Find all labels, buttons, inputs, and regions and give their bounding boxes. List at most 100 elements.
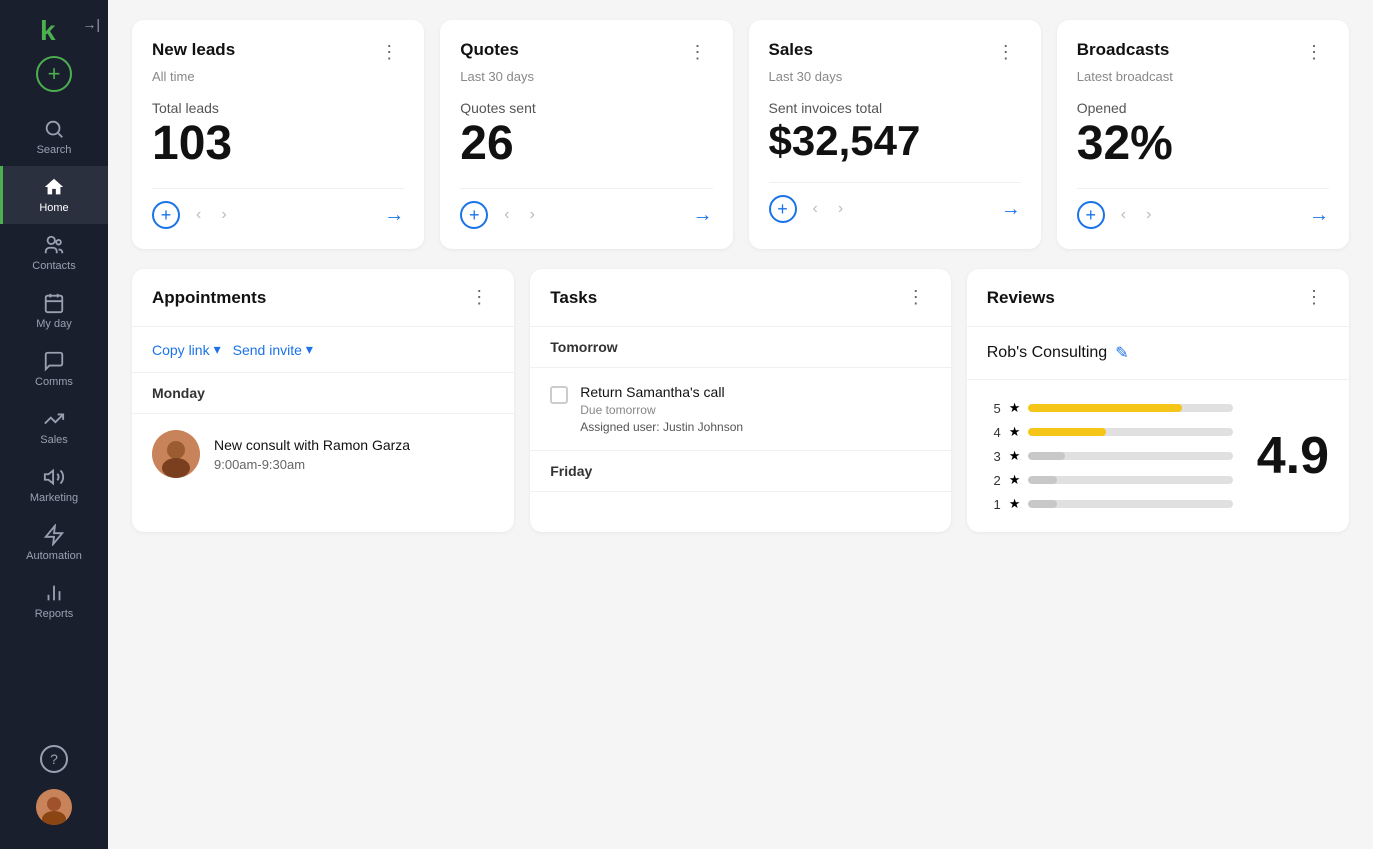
prev-arrow-leads[interactable]: ‹ — [192, 204, 205, 226]
task-section-tomorrow: Tomorrow — [530, 327, 950, 368]
sidebar-item-automation[interactable]: Automation — [0, 514, 108, 572]
add-sale-btn[interactable]: + — [769, 195, 797, 223]
add-quote-btn[interactable]: + — [460, 201, 488, 229]
prev-arrow-sales[interactable]: ‹ — [809, 198, 822, 220]
appointment-info: New consult with Ramon Garza 9:00am-9:30… — [214, 437, 494, 472]
copy-link-chevron-icon: ▾ — [214, 341, 221, 358]
task-info-0: Return Samantha's call Due tomorrow Assi… — [580, 384, 930, 434]
stat-card-value-leads: 103 — [152, 120, 404, 168]
stat-card-period-broadcasts: Latest broadcast — [1077, 69, 1329, 84]
reviews-business-name: Rob's Consulting — [987, 344, 1107, 362]
prev-arrow-quotes[interactable]: ‹ — [500, 204, 513, 226]
star-bar-fill-5 — [1028, 404, 1181, 412]
star-row-4: 4 ★ — [987, 424, 1233, 440]
star-bar-bg-2 — [1028, 476, 1232, 484]
goto-broadcasts-btn[interactable]: → — [1309, 204, 1329, 227]
sidebar-label-comms: Comms — [35, 376, 73, 388]
next-arrow-quotes[interactable]: › — [526, 204, 539, 226]
appointment-name: New consult with Ramon Garza — [214, 437, 494, 453]
task-item-0: Return Samantha's call Due tomorrow Assi… — [530, 368, 950, 451]
sidebar-label-marketing: Marketing — [30, 492, 78, 504]
bottom-cards-row: Appointments ⋮ Copy link ▾ Send invite ▾… — [132, 269, 1349, 532]
sidebar-label-home: Home — [39, 202, 68, 214]
sidebar-label-my-day: My day — [36, 318, 71, 330]
reviews-menu-btn[interactable]: ⋮ — [1299, 285, 1329, 310]
star-bar-bg-1 — [1028, 500, 1232, 508]
star-bar-bg-4 — [1028, 428, 1232, 436]
stat-card-menu-leads[interactable]: ⋮ — [374, 40, 404, 65]
stat-card-quotes: Quotes ⋮ Last 30 days Quotes sent 26 + ‹… — [440, 20, 732, 249]
stat-card-new-leads: New leads ⋮ All time Total leads 103 + ‹… — [132, 20, 424, 249]
reviews-widget: Reviews ⋮ Rob's Consulting ✎ 5 ★ — [967, 269, 1349, 532]
stat-card-label-leads: Total leads — [152, 100, 404, 116]
sidebar-collapse-btn[interactable]: →| — [82, 16, 100, 32]
next-arrow-leads[interactable]: › — [217, 204, 230, 226]
sidebar-item-comms[interactable]: Comms — [0, 340, 108, 398]
appointment-day-label: Monday — [132, 373, 514, 414]
sidebar-item-sales[interactable]: Sales — [0, 398, 108, 456]
goto-sales-btn[interactable]: → — [1001, 198, 1021, 221]
stat-card-label-sales: Sent invoices total — [769, 100, 1021, 116]
stat-card-value-broadcasts: 32% — [1077, 120, 1329, 168]
appointment-time: 9:00am-9:30am — [214, 457, 494, 472]
add-broadcast-btn[interactable]: + — [1077, 201, 1105, 229]
help-button[interactable]: ? — [40, 745, 68, 773]
task-name-0: Return Samantha's call — [580, 384, 930, 400]
stat-card-title-leads: New leads — [152, 40, 235, 60]
sidebar-item-contacts[interactable]: Contacts — [0, 224, 108, 282]
user-avatar[interactable] — [36, 789, 72, 825]
sidebar-nav: Search Home Contacts My day — [0, 108, 108, 745]
copy-link-btn[interactable]: Copy link ▾ — [152, 341, 221, 358]
send-invite-chevron-icon: ▾ — [306, 341, 313, 358]
appointment-item[interactable]: New consult with Ramon Garza 9:00am-9:30… — [132, 414, 514, 494]
stat-card-menu-quotes[interactable]: ⋮ — [683, 40, 713, 65]
appointments-widget: Appointments ⋮ Copy link ▾ Send invite ▾… — [132, 269, 514, 532]
star-bar-fill-2 — [1028, 476, 1057, 484]
appointment-avatar — [152, 430, 200, 478]
star-icon-4: ★ — [1009, 424, 1021, 440]
reviews-score: 4.9 — [1257, 426, 1329, 486]
sidebar-item-marketing[interactable]: Marketing — [0, 456, 108, 514]
tasks-title: Tasks — [550, 288, 597, 308]
star-num-4: 4 — [987, 425, 1001, 440]
reviews-edit-icon[interactable]: ✎ — [1115, 343, 1128, 363]
reviews-body: 5 ★ 4 ★ — [967, 380, 1349, 532]
send-invite-btn[interactable]: Send invite ▾ — [233, 341, 313, 358]
task-section-friday: Friday — [530, 451, 950, 492]
sidebar-label-automation: Automation — [26, 550, 82, 562]
stat-card-sales: Sales ⋮ Last 30 days Sent invoices total… — [749, 20, 1041, 249]
stat-card-menu-broadcasts[interactable]: ⋮ — [1299, 40, 1329, 65]
next-arrow-sales[interactable]: › — [834, 198, 847, 220]
stat-card-period-quotes: Last 30 days — [460, 69, 712, 84]
sidebar-item-home[interactable]: Home — [0, 166, 108, 224]
task-checkbox-0[interactable] — [550, 386, 568, 404]
star-icon-5: ★ — [1009, 400, 1021, 416]
star-num-2: 2 — [987, 473, 1001, 488]
sidebar-item-reports[interactable]: Reports — [0, 572, 108, 630]
sidebar-item-my-day[interactable]: My day — [0, 282, 108, 340]
goto-quotes-btn[interactable]: → — [693, 204, 713, 227]
stat-card-period-sales: Last 30 days — [769, 69, 1021, 84]
add-lead-btn[interactable]: + — [152, 201, 180, 229]
task-assigned-0: Assigned user: Justin Johnson — [580, 420, 930, 434]
prev-arrow-broadcasts[interactable]: ‹ — [1117, 204, 1130, 226]
tasks-widget: Tasks ⋮ Tomorrow Return Samantha's call … — [530, 269, 950, 532]
sidebar-label-reports: Reports — [35, 608, 74, 620]
appointments-menu-btn[interactable]: ⋮ — [464, 285, 494, 310]
star-bars: 5 ★ 4 ★ — [987, 400, 1233, 512]
sidebar-item-search[interactable]: Search — [0, 108, 108, 166]
svg-text:k: k — [40, 15, 56, 46]
stat-card-title-broadcasts: Broadcasts — [1077, 40, 1170, 60]
star-num-3: 3 — [987, 449, 1001, 464]
stat-card-value-sales: $32,547 — [769, 120, 1021, 162]
app-logo: k — [36, 12, 72, 48]
stat-card-label-broadcasts: Opened — [1077, 100, 1329, 116]
stat-card-menu-sales[interactable]: ⋮ — [991, 40, 1021, 65]
goto-leads-btn[interactable]: → — [384, 204, 404, 227]
next-arrow-broadcasts[interactable]: › — [1142, 204, 1155, 226]
tasks-menu-btn[interactable]: ⋮ — [901, 285, 931, 310]
sidebar: →| k + Search Home — [0, 0, 108, 849]
sidebar-bottom: ? — [36, 745, 72, 837]
add-button[interactable]: + — [36, 56, 72, 92]
main-content: New leads ⋮ All time Total leads 103 + ‹… — [108, 0, 1373, 849]
